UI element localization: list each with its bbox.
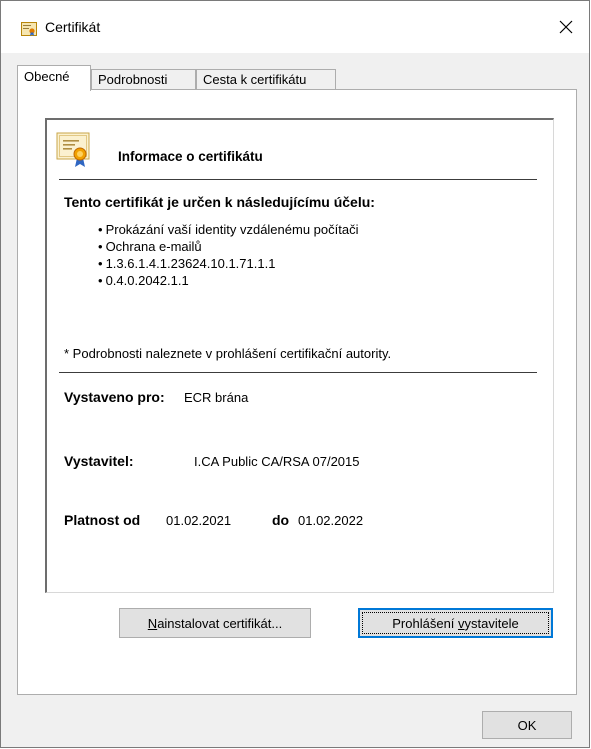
certificate-icon <box>56 132 90 167</box>
valid-from-value: 01.02.2021 <box>166 513 232 528</box>
tab-details[interactable]: Podrobnosti <box>91 69 196 90</box>
purpose-title: Tento certifikát je určen k následujícím… <box>64 194 375 210</box>
install-certificate-label: Nainstalovat certifikát... <box>147 615 283 631</box>
focus-ring <box>362 612 549 634</box>
close-button[interactable] <box>543 1 589 53</box>
issued-to-value: ECR brána <box>184 390 249 405</box>
window-title: Certifikát <box>45 19 101 35</box>
issuer-value: I.CA Public CA/RSA 07/2015 <box>194 454 360 469</box>
divider <box>59 372 537 373</box>
divider <box>59 179 537 180</box>
issuer-label: Vystavitel: <box>64 453 134 469</box>
close-icon <box>559 20 573 34</box>
issued-to-label: Vystaveno pro: <box>64 389 165 405</box>
certificate-info-box: Informace o certifikátu Tento certifikát… <box>45 118 554 593</box>
install-certificate-button[interactable]: Nainstalovat certifikát... <box>119 608 311 638</box>
list-item: Prokázání vaší identity vzdálenému počít… <box>98 221 359 238</box>
list-item: Ochrana e-mailů <box>98 238 358 255</box>
valid-to-value: 01.02.2022 <box>298 513 364 528</box>
footnote: * Podrobnosti naleznete v prohlášení cer… <box>64 346 392 361</box>
purpose-list: Prokázání vaší identity vzdálenému počít… <box>98 221 359 289</box>
list-item: 0.4.0.2042.1.1 <box>98 272 358 289</box>
certificate-icon <box>21 22 37 36</box>
issuer-statement-button[interactable]: Prohlášení vystavitele <box>358 608 553 638</box>
info-heading: Informace o certifikátu <box>118 149 263 164</box>
ok-button[interactable]: OK <box>482 711 572 739</box>
general-tab-panel: Informace o certifikátu Tento certifikát… <box>17 89 577 695</box>
tab-general[interactable]: Obecné <box>17 65 91 91</box>
tab-certification-path[interactable]: Cesta k certifikátu <box>196 69 336 90</box>
list-item: 1.3.6.1.4.1.23624.10.1.71.1.1 <box>98 255 358 272</box>
title-bar: Certifikát <box>1 1 589 53</box>
valid-from-label: Platnost od <box>64 512 141 528</box>
certificate-dialog: Certifikát Obecné Podrobnosti Cesta k ce… <box>0 0 590 748</box>
valid-to-label: do <box>272 512 290 528</box>
